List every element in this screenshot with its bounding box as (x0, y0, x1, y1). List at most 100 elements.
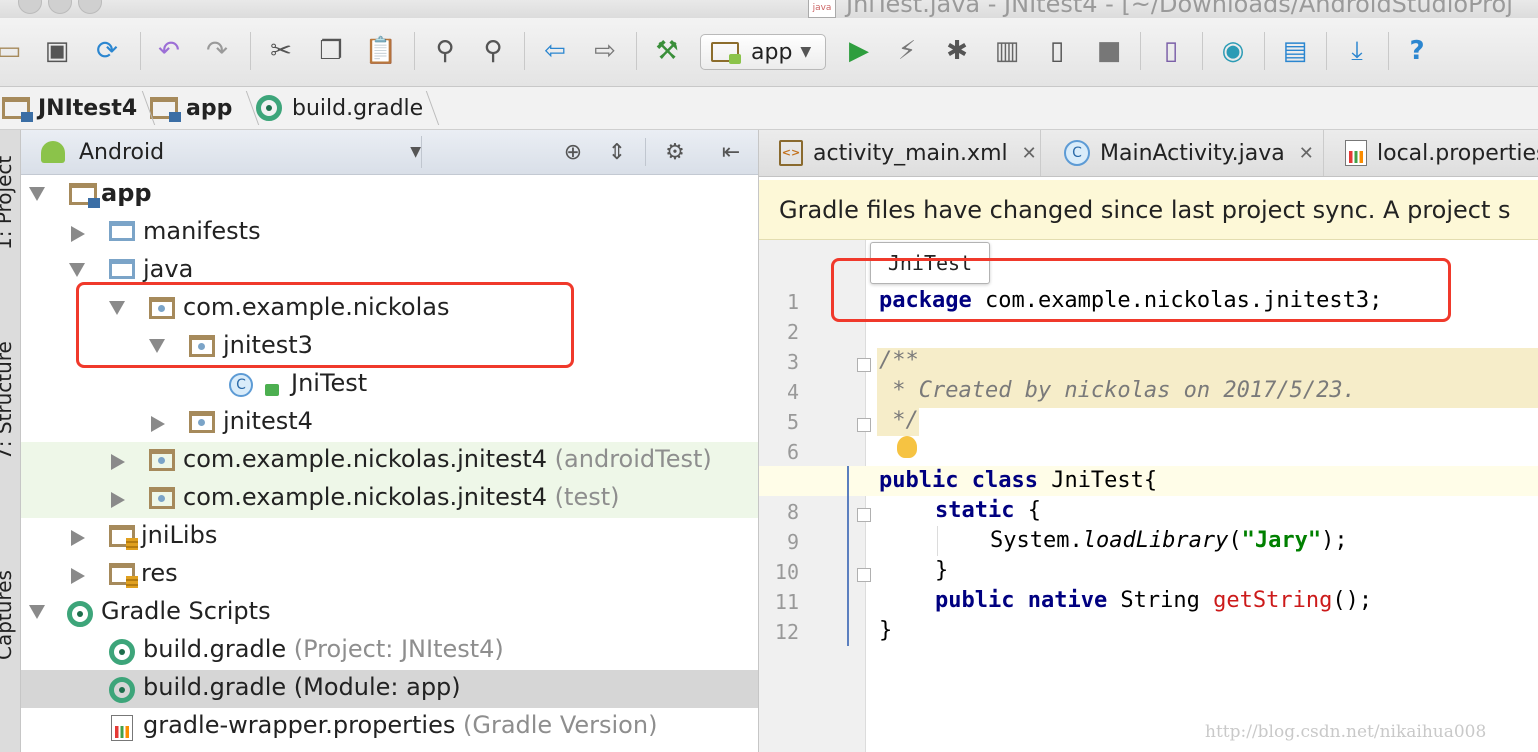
module-folder-icon (69, 183, 100, 208)
scroll-from-source-icon[interactable]: ⊕ (559, 138, 587, 166)
collapse-arrow-icon[interactable] (111, 492, 125, 508)
hide-panel-icon[interactable]: ⇤ (717, 138, 745, 166)
breadcrumb-label: JNItest4 (38, 95, 138, 121)
tab-project[interactable]: 1: Project (0, 156, 16, 250)
tree-item-label: Gradle Scripts (101, 597, 271, 625)
replace-icon[interactable]: ⚲ (476, 34, 510, 68)
tree-item-build-gradle-module[interactable]: build.gradle (Module: app) (21, 670, 758, 708)
breadcrumb: JNItest4 app build.gradle (0, 87, 1538, 130)
tree-item-label: gradle-wrapper.properties (Gradle Versio… (143, 711, 658, 739)
line-number: 5 (786, 410, 799, 434)
window-minimize-button[interactable] (48, 0, 72, 14)
breadcrumb-item-module[interactable]: app (150, 87, 232, 129)
attach-debugger-icon[interactable]: ▯ (1040, 34, 1074, 68)
code-line-7[interactable]: public class JniTest{ (879, 468, 1157, 493)
tree-item-jnilibs[interactable]: jniLibs (21, 518, 758, 556)
tree-item-label: app (101, 179, 152, 207)
folder-icon[interactable]: ▭ (0, 34, 26, 68)
code-line-3[interactable]: /** (879, 348, 919, 373)
cut-icon[interactable]: ✂ (264, 34, 298, 68)
close-icon[interactable]: ✕ (1299, 143, 1314, 164)
collapse-arrow-icon[interactable] (111, 454, 125, 470)
profile-icon[interactable]: ▥ (990, 34, 1024, 68)
expand-arrow-icon[interactable] (69, 263, 85, 277)
window-zoom-button[interactable] (78, 0, 102, 14)
run-configuration-select[interactable]: app ▼ (700, 34, 826, 70)
stop-icon[interactable]: ■ (1092, 34, 1126, 68)
collapse-arrow-icon[interactable] (151, 416, 165, 432)
code-line-11[interactable]: public native String getString(); (935, 588, 1372, 613)
project-view-select[interactable]: Android ▼ (41, 136, 431, 168)
run-configuration-label: app (751, 39, 793, 65)
avd-manager-icon[interactable]: ▯ (1154, 34, 1188, 68)
line-number: 6 (786, 440, 799, 464)
lightbulb-icon[interactable] (897, 436, 917, 458)
expand-arrow-icon[interactable] (29, 605, 45, 619)
tree-item-res[interactable]: res (21, 556, 758, 594)
code-line-9[interactable]: System.loadLibrary("Jary"); (990, 528, 1348, 553)
project-view-label: Android (79, 139, 165, 165)
debug-icon[interactable]: ✱ (940, 34, 974, 68)
collapse-arrow-icon[interactable] (71, 226, 85, 242)
undo-icon[interactable]: ↶ (152, 34, 186, 68)
back-icon[interactable]: ⇦ (538, 34, 572, 68)
window-close-button[interactable] (18, 0, 42, 14)
scope-indicator (847, 466, 849, 646)
collapse-all-icon[interactable]: ⇕ (603, 138, 631, 166)
tree-item-app[interactable]: app (21, 176, 758, 214)
collapse-arrow-icon[interactable] (71, 530, 85, 546)
module-icon (711, 42, 741, 64)
breadcrumb-item-project[interactable]: JNItest4 (0, 87, 137, 129)
fold-icon[interactable] (857, 568, 871, 582)
forward-icon[interactable]: ⇨ (588, 34, 622, 68)
tree-item-label: manifests (143, 217, 261, 245)
breadcrumb-item-file[interactable]: build.gradle (256, 87, 423, 129)
gear-icon[interactable]: ⚙ (661, 138, 689, 166)
code-line-12[interactable]: } (879, 618, 892, 643)
sync-icon[interactable]: ⟳ (90, 34, 124, 68)
tab-captures[interactable]: Captures (0, 570, 16, 660)
tree-item-label: build.gradle (Module: app) (143, 673, 461, 701)
fold-icon[interactable] (857, 418, 871, 432)
project-structure-icon[interactable]: ▤ (1278, 34, 1312, 68)
help-icon[interactable]: ? (1400, 34, 1434, 68)
code-line-8[interactable]: static { (935, 498, 1041, 523)
paste-icon[interactable]: 📋 (364, 34, 398, 68)
apply-changes-icon[interactable]: ⚡ (890, 34, 924, 68)
redo-icon[interactable]: ↷ (200, 34, 234, 68)
tab-structure[interactable]: 7: Structure (0, 341, 16, 460)
fold-icon[interactable] (857, 508, 871, 522)
collapse-arrow-icon[interactable] (71, 568, 85, 584)
line-number: 12 (774, 620, 799, 644)
tree-item-build-gradle-project[interactable]: build.gradle (Project: JNItest4) (21, 632, 758, 670)
run-icon[interactable]: ▶ (842, 34, 876, 68)
make-project-icon[interactable]: ⚒ (650, 34, 684, 68)
tree-item-gradle-scripts[interactable]: Gradle Scripts (21, 594, 758, 632)
tree-item-package-test[interactable]: com.example.nickolas.jnitest4 (test) (21, 480, 758, 518)
code-line-4[interactable]: * Created by nickolas on 2017/5/23. (879, 378, 1356, 403)
tab-activity-main-xml[interactable]: <> activity_main.xml ✕ (759, 130, 1041, 176)
tree-item-manifests[interactable]: manifests (21, 214, 758, 252)
chevron-down-icon: ▼ (410, 144, 421, 160)
expand-arrow-icon[interactable] (29, 187, 45, 201)
tree-item-label: JniTest (291, 369, 368, 397)
annotation-highlight-box (831, 258, 1451, 322)
android-icon (41, 141, 65, 163)
code-line-5[interactable]: */ (879, 408, 919, 433)
tree-item-gradle-wrapper[interactable]: gradle-wrapper.properties (Gradle Versio… (21, 708, 758, 746)
tree-item-package-android-test[interactable]: com.example.nickolas.jnitest4 (androidTe… (21, 442, 758, 480)
sdk-manager-icon[interactable]: ⤓ (1340, 34, 1374, 68)
close-icon[interactable]: ✕ (1022, 143, 1037, 164)
tree-item-class[interactable]: C JniTest (21, 366, 758, 404)
breadcrumb-label: build.gradle (292, 95, 424, 121)
tree-item-label: java (143, 255, 194, 283)
find-icon[interactable]: ⚲ (428, 34, 462, 68)
tab-local-properties[interactable]: local.properties (1325, 130, 1538, 176)
save-icon[interactable]: ▣ (40, 34, 74, 68)
gradle-sync-icon[interactable]: ◉ (1216, 34, 1250, 68)
tab-main-activity-java[interactable]: C MainActivity.java ✕ (1042, 130, 1324, 176)
code-line-10[interactable]: } (935, 558, 948, 583)
fold-icon[interactable] (857, 358, 871, 372)
tree-item-package[interactable]: jnitest4 (21, 404, 758, 442)
copy-icon[interactable]: ❐ (314, 34, 348, 68)
